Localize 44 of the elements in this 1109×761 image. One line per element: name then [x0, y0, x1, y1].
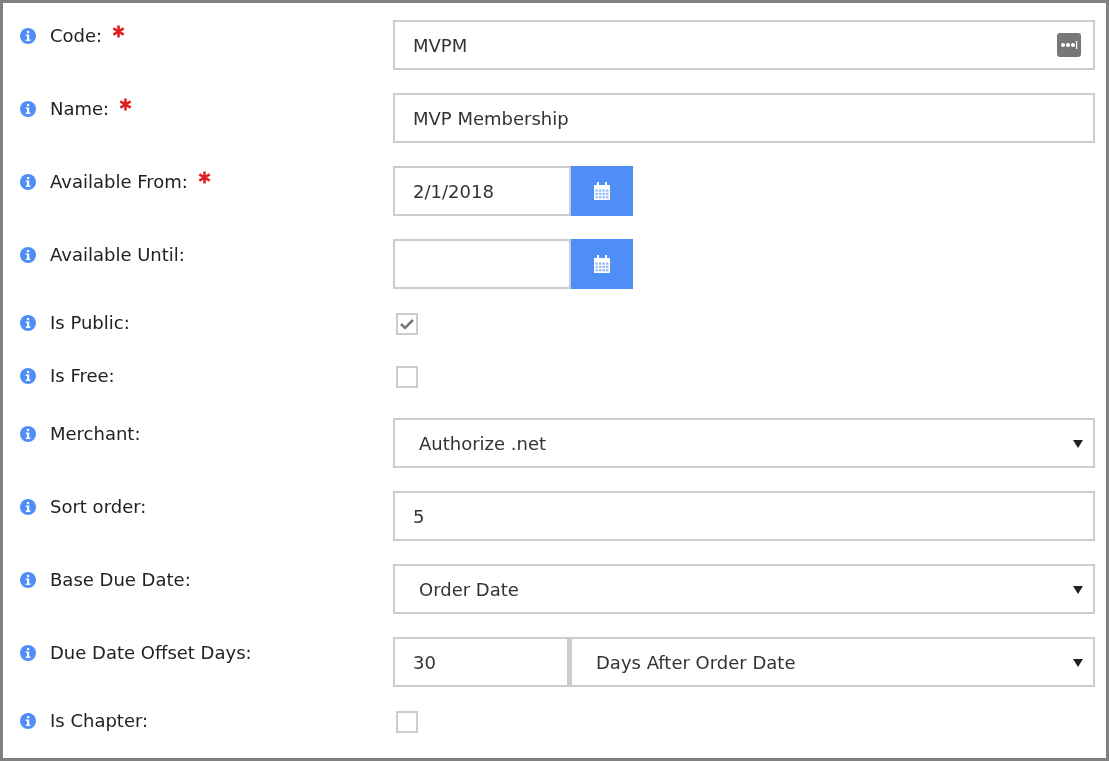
info-icon[interactable] [20, 645, 36, 661]
number-field[interactable]: 30 [393, 637, 569, 687]
text-field[interactable]: 5 [393, 491, 1095, 541]
text-field[interactable]: MVPM [393, 20, 1095, 70]
info-icon[interactable] [20, 572, 36, 588]
checkbox[interactable] [396, 366, 418, 388]
calendar-icon [593, 181, 611, 201]
field-label: Is Chapter: [50, 710, 149, 731]
calendar-button[interactable] [571, 239, 633, 289]
checkbox[interactable] [396, 711, 418, 733]
date-field[interactable] [393, 239, 571, 289]
select-dropdown[interactable]: Days After Order Date [569, 637, 1095, 687]
checkbox[interactable] [396, 313, 418, 335]
field-label: Available Until: [50, 244, 185, 265]
info-icon[interactable] [20, 28, 36, 44]
info-icon[interactable] [20, 315, 36, 331]
info-icon[interactable] [20, 499, 36, 515]
date-field[interactable]: 2/1/2018 [393, 166, 571, 216]
info-icon[interactable] [20, 426, 36, 442]
more-icon [1060, 41, 1078, 49]
text-field[interactable]: MVP Membership [393, 93, 1095, 143]
field-label: Is Public: [50, 312, 130, 333]
info-icon[interactable] [20, 368, 36, 384]
caret-icon [1073, 659, 1083, 667]
field-label: Due Date Offset Days: [50, 642, 252, 663]
caret-icon [1073, 440, 1083, 448]
info-icon[interactable] [20, 713, 36, 729]
field-label: Name: [50, 98, 110, 119]
lookup-button[interactable] [1057, 33, 1081, 57]
field-label: Available From: [50, 171, 188, 192]
calendar-icon [593, 254, 611, 274]
field-label: Base Due Date: [50, 569, 191, 590]
checkmark-icon [400, 318, 414, 330]
calendar-button[interactable] [571, 166, 633, 216]
select-dropdown[interactable]: Authorize .net [393, 418, 1095, 468]
field-label: Is Free: [50, 365, 115, 386]
field-label: Code: [50, 25, 103, 46]
info-icon[interactable] [20, 174, 36, 190]
select-dropdown[interactable]: Order Date [393, 564, 1095, 614]
field-label: Sort order: [50, 496, 147, 517]
info-icon[interactable] [20, 247, 36, 263]
info-icon[interactable] [20, 101, 36, 117]
field-label: Merchant: [50, 423, 141, 444]
caret-icon [1073, 586, 1083, 594]
